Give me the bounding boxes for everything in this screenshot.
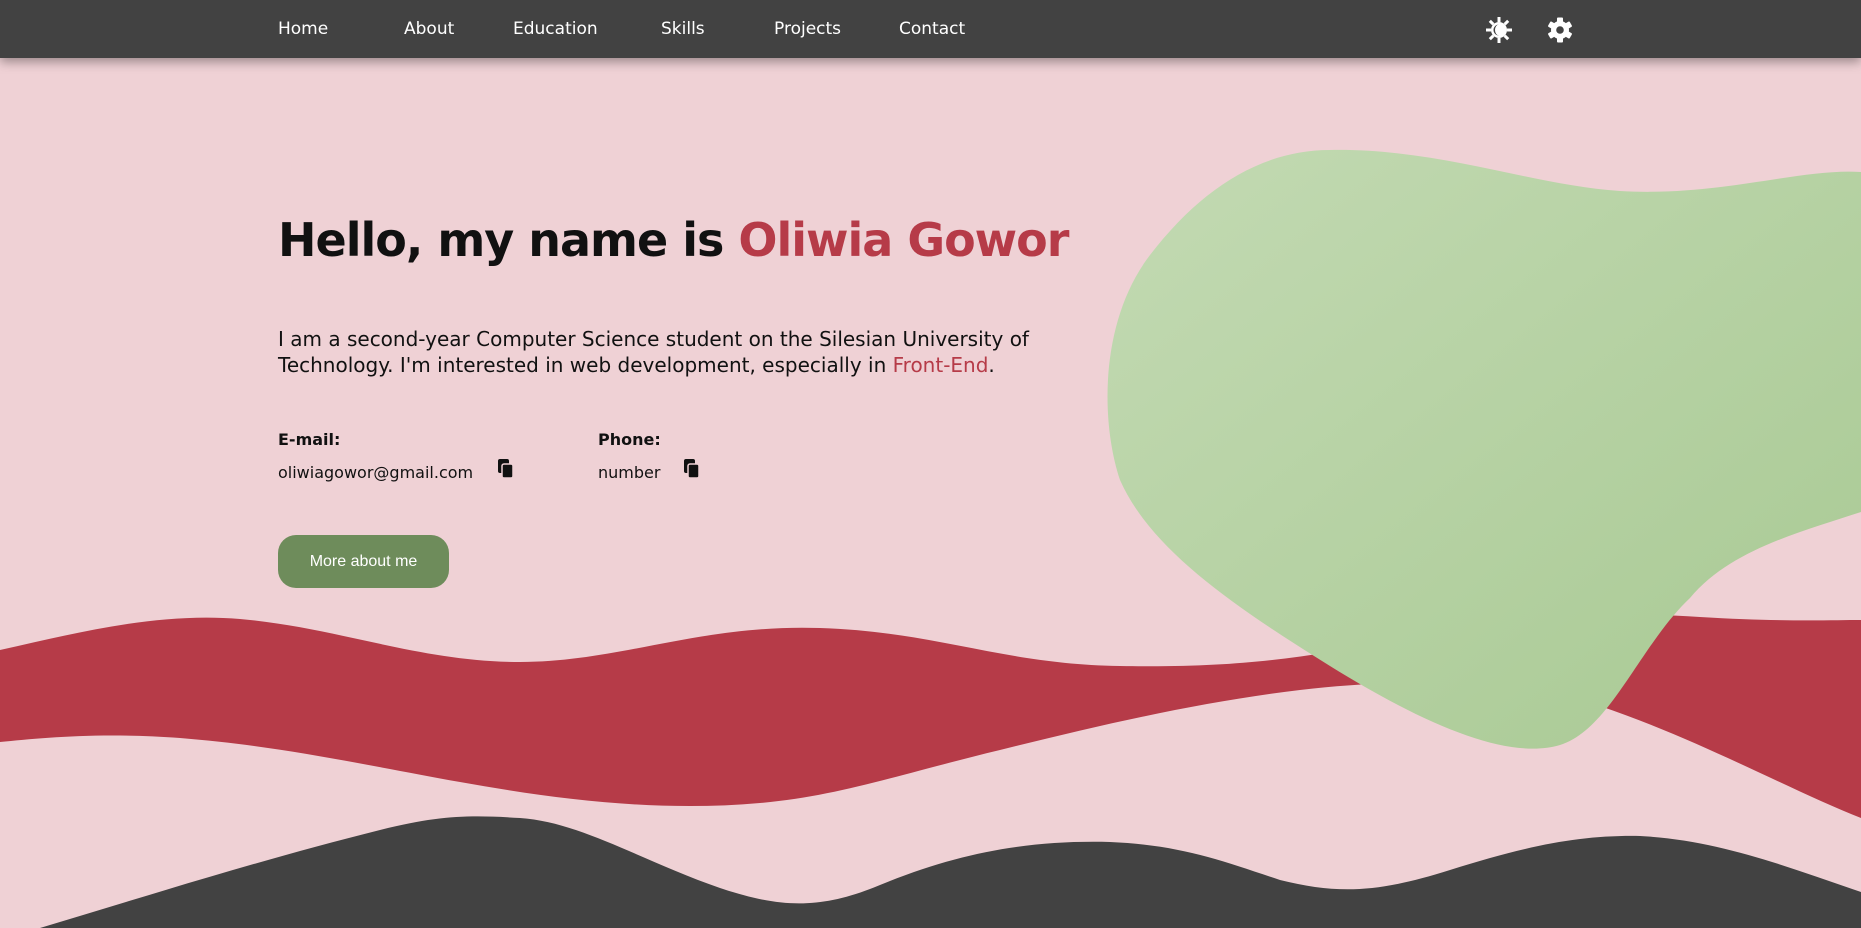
more-about-me-button[interactable]: More about me — [278, 535, 449, 588]
nav-contact[interactable]: Contact — [899, 19, 965, 39]
top-navbar: Home About Education Skills Projects Con… — [0, 0, 1861, 58]
phone-label: Phone: — [598, 430, 661, 449]
intro-highlight: Front-End — [892, 353, 989, 377]
copy-email-icon[interactable] — [496, 458, 516, 480]
hero-name: Oliwia Gowor — [738, 213, 1069, 267]
intro-end: . — [988, 353, 995, 377]
theme-toggle-icon[interactable] — [1485, 16, 1513, 44]
intro-paragraph: I am a second-year Computer Science stud… — [278, 326, 1048, 378]
hero-title-prefix: Hello, my name is — [278, 213, 739, 267]
copy-phone-icon[interactable] — [682, 458, 702, 480]
nav-skills[interactable]: Skills — [661, 19, 705, 39]
email-label: E-mail: — [278, 430, 341, 449]
settings-gear-icon[interactable] — [1546, 16, 1574, 44]
nav-home[interactable]: Home — [278, 19, 328, 39]
hero-title: Hello, my name is Oliwia Gowor — [278, 208, 1069, 272]
nav-projects[interactable]: Projects — [774, 19, 841, 39]
nav-education[interactable]: Education — [513, 19, 598, 39]
email-value: oliwiagowor@gmail.com — [278, 463, 474, 482]
nav-about[interactable]: About — [404, 19, 454, 39]
phone-value: number — [598, 463, 661, 482]
dark-wave — [40, 816, 1861, 928]
